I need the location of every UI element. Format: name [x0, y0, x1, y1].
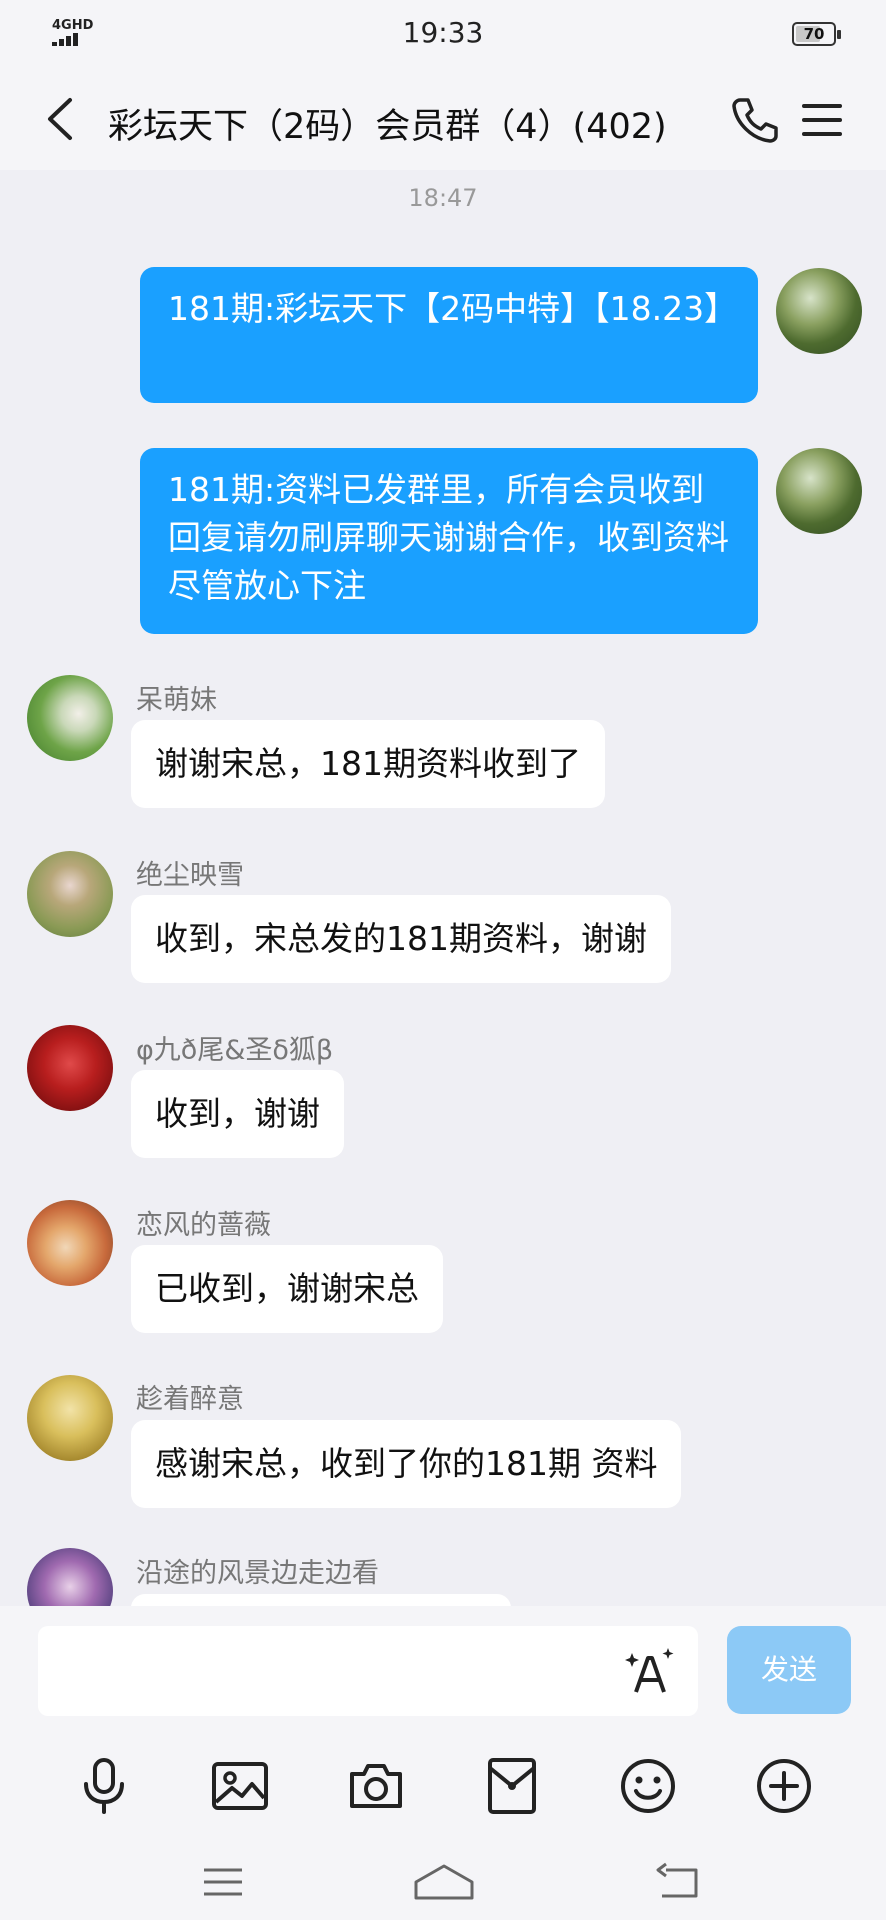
back-icon[interactable]	[652, 1860, 702, 1904]
sender-name: φ九ð尾&圣δ狐β	[136, 1035, 334, 1066]
plus-icon[interactable]	[754, 1756, 814, 1816]
incoming-message-bubble[interactable]: 感谢宋总，收到了你的181期 资料	[131, 1420, 682, 1508]
incoming-message-bubble[interactable]: 收到，宋总发的181期资料，谢谢	[131, 895, 671, 983]
sender-avatar[interactable]	[27, 1548, 113, 1606]
menu-icon[interactable]	[800, 98, 844, 142]
battery-percent: 70	[803, 25, 825, 43]
composer: 发送	[0, 1606, 886, 1920]
chat-header: 彩坛天下（2码）会员群（4）(402)	[0, 70, 886, 170]
outgoing-message-bubble[interactable]: 181期:资料已发群里，所有会员收到回复请勿刷屏聊天谢谢合作，收到资料尽管放心下…	[140, 448, 758, 634]
sender-avatar[interactable]	[27, 1200, 113, 1286]
emoji-icon[interactable]	[618, 1756, 678, 1816]
sender-avatar[interactable]	[27, 1025, 113, 1111]
send-button[interactable]: 发送	[727, 1626, 851, 1714]
avatar-self[interactable]	[776, 268, 862, 354]
message-input[interactable]	[38, 1626, 698, 1716]
outgoing-message-bubble[interactable]: 181期:彩坛天下【2码中特】【18.23】	[140, 267, 758, 403]
image-icon[interactable]	[210, 1756, 270, 1816]
status-bar: 4GHD 19:33 70	[0, 0, 886, 70]
incoming-message-bubble[interactable]: 收到，谢谢	[131, 1070, 344, 1158]
sender-name: 趁着醉意	[136, 1384, 244, 1415]
phone-call-icon[interactable]	[730, 94, 780, 144]
incoming-message-bubble[interactable]: 已收到，谢谢宋总	[131, 1245, 443, 1333]
home-icon[interactable]	[412, 1860, 476, 1904]
recent-apps-icon[interactable]	[198, 1860, 248, 1904]
red-packet-icon[interactable]	[482, 1756, 542, 1816]
message-timestamp: 18:47	[408, 184, 478, 212]
sender-avatar[interactable]	[27, 675, 113, 761]
sender-name: 绝尘映雪	[136, 860, 244, 891]
camera-icon[interactable]	[346, 1756, 406, 1816]
group-title: 彩坛天下（2码）会员群（4）(402)	[108, 107, 667, 147]
system-navigation-bar	[0, 1846, 886, 1920]
status-time: 19:33	[402, 16, 484, 49]
message-list[interactable]: 18:47 181期:彩坛天下【2码中特】【18.23】 181期:资料已发群里…	[0, 170, 886, 1606]
incoming-message-bubble[interactable]: 谢谢宋总，181期资料收到了	[131, 720, 605, 808]
input-toolbar	[0, 1756, 886, 1836]
incoming-message-bubble[interactable]	[131, 1594, 511, 1606]
sender-avatar[interactable]	[27, 851, 113, 937]
sender-name: 恋风的蔷薇	[136, 1210, 271, 1241]
font-style-icon[interactable]	[622, 1644, 678, 1700]
battery-icon: 70	[792, 22, 841, 46]
avatar-self[interactable]	[776, 448, 862, 534]
sender-avatar[interactable]	[27, 1375, 113, 1461]
microphone-icon[interactable]	[74, 1756, 134, 1816]
sender-name: 呆萌妹	[136, 685, 217, 716]
back-arrow-icon[interactable]	[40, 94, 84, 144]
sender-name: 沿途的风景边走边看	[136, 1558, 379, 1589]
